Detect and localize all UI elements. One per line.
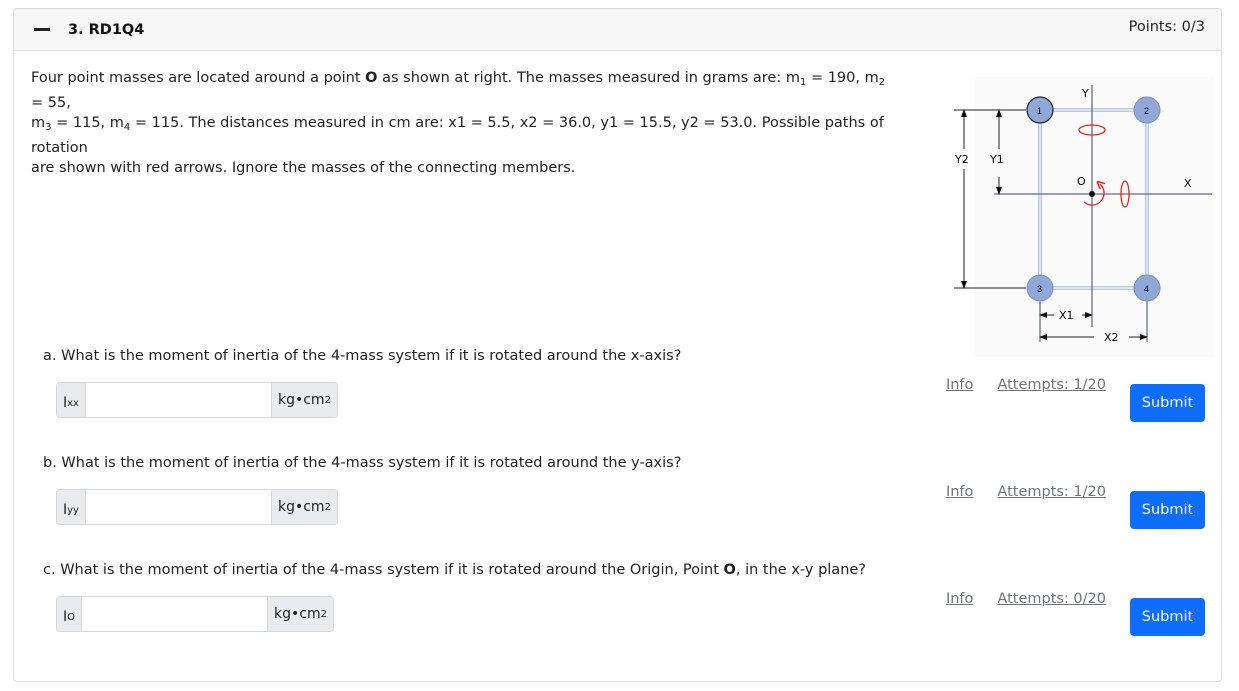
part-b-actions: Info Attempts: 1/20 Submit	[946, 482, 1205, 529]
prefix-sub: O	[67, 611, 76, 623]
ixx-label: Ixx	[57, 383, 86, 417]
question-text: , in the x-y plane?	[735, 562, 866, 578]
y1-label: Y1	[989, 153, 1004, 166]
x2-label: X2	[1104, 331, 1119, 344]
point-o-label: O	[365, 70, 378, 86]
point-o-label: O	[723, 562, 736, 578]
part-a-input-group: Ixx kg•cm 2	[56, 382, 338, 418]
y-axis-label: Y	[1081, 87, 1089, 100]
stem-text: = 115. The distances measured in cm are:…	[31, 115, 884, 156]
unit-label: kg•cm 2	[270, 490, 337, 524]
mass-4: 4	[1133, 274, 1161, 302]
submit-button[interactable]: Submit	[1130, 598, 1205, 636]
part-b-question: b. What is the moment of inertia of the …	[43, 455, 682, 471]
mass-3-label: 3	[1037, 284, 1042, 294]
attempts-link[interactable]: Attempts: 1/20	[997, 484, 1106, 500]
part-b-input-group: Iyy kg•cm 2	[56, 489, 338, 525]
origin-label: O	[1077, 175, 1086, 188]
io-label: IO	[57, 597, 83, 631]
x-axis-label: X	[1184, 177, 1192, 190]
question-card: 3. RD1Q4 Points: 0/3 Four point masses a…	[13, 8, 1222, 682]
stem-text: = 115, m	[51, 115, 124, 131]
submit-button[interactable]: Submit	[1130, 384, 1205, 422]
question-title: 3. RD1Q4	[68, 22, 145, 38]
mass-1-label: 1	[1037, 106, 1042, 116]
mass-3: 3	[1026, 274, 1054, 302]
question-header: 3. RD1Q4 Points: 0/3	[14, 9, 1221, 51]
iyy-input[interactable]	[85, 490, 271, 524]
part-c-actions: Info Attempts: 0/20 Submit	[946, 589, 1205, 636]
stem-text: = 55,	[31, 95, 71, 111]
mass-system-diagram: Y X O Y2 Y1 X1 X2 1 2 3 4	[954, 77, 1214, 357]
part-c-question: c. What is the moment of inertia of the …	[43, 562, 866, 578]
collapse-minus-icon[interactable]	[34, 28, 50, 31]
prefix-sub: xx	[67, 397, 79, 409]
x1-label: X1	[1059, 309, 1074, 322]
mass-2-label: 2	[1144, 106, 1149, 116]
question-stem: Four point masses are located around a p…	[31, 68, 901, 178]
ixx-input[interactable]	[85, 383, 271, 417]
stem-text: are shown with red arrows. Ignore the ma…	[31, 160, 576, 176]
unit-sup: 2	[324, 394, 331, 406]
stem-text: Four point masses are located around a p…	[31, 70, 366, 86]
unit-sup: 2	[320, 608, 327, 620]
unit-label: kg•cm 2	[270, 383, 337, 417]
stem-text: m	[31, 115, 46, 131]
prefix-sub: yy	[67, 504, 79, 516]
diagram-background	[974, 77, 1214, 357]
unit-main: kg•cm	[274, 606, 321, 622]
attempts-link[interactable]: Attempts: 1/20	[997, 377, 1106, 393]
submit-button[interactable]: Submit	[1130, 491, 1205, 529]
part-c-input-group: IO kg•cm 2	[56, 596, 334, 632]
unit-main: kg•cm	[277, 392, 325, 408]
mass-2: 2	[1133, 96, 1161, 124]
iyy-label: Iyy	[57, 490, 86, 524]
unit-label: kg•cm 2	[267, 597, 333, 631]
unit-main: kg•cm	[277, 499, 325, 515]
info-link[interactable]: Info	[946, 484, 973, 500]
info-link[interactable]: Info	[946, 591, 973, 607]
stem-text: as shown at right. The masses measured i…	[377, 70, 800, 86]
unit-sup: 2	[324, 501, 331, 513]
info-link[interactable]: Info	[946, 377, 973, 393]
attempts-link[interactable]: Attempts: 0/20	[997, 591, 1106, 607]
mass-1: 1	[1026, 96, 1054, 124]
stem-text: = 190, m	[806, 70, 879, 86]
mass-4-label: 4	[1144, 284, 1149, 294]
part-a-question: a. What is the moment of inertia of the …	[43, 348, 682, 364]
origin-point	[1089, 191, 1095, 197]
points-badge: Points: 0/3	[1128, 19, 1205, 35]
y2-label: Y2	[954, 153, 969, 166]
io-input[interactable]	[82, 597, 268, 631]
subscript: 2	[878, 77, 886, 88]
question-text: c. What is the moment of inertia of the …	[43, 562, 724, 578]
part-a-actions: Info Attempts: 1/20 Submit	[946, 375, 1205, 422]
